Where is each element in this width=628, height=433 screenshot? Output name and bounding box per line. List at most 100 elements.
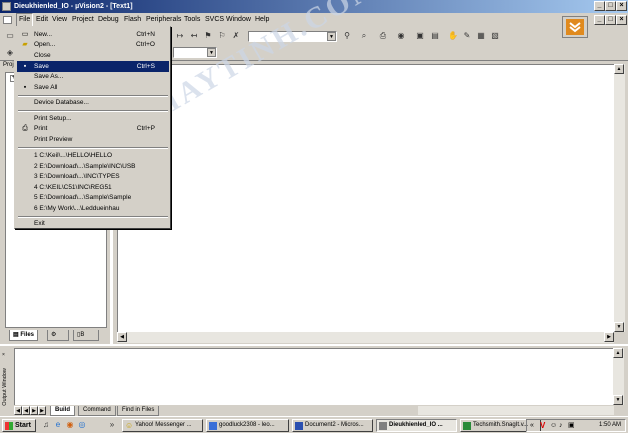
menu-help[interactable]: Help (255, 13, 269, 27)
recent-file-3[interactable]: 3 E:\Download\...\INC\TYPES (17, 171, 169, 182)
tray-messenger-icon[interactable]: ☺ (550, 420, 557, 431)
menu-tools[interactable]: Tools (184, 13, 200, 27)
menu-flash[interactable]: Flash (124, 13, 141, 27)
document-icon[interactable] (3, 16, 12, 24)
scroll-down-icon[interactable]: ▼ (613, 395, 623, 405)
quicklaunch-browser-icon[interactable]: ◎ (76, 419, 88, 431)
scroll-up-icon[interactable]: ▲ (614, 64, 624, 74)
output-text-area[interactable] (14, 348, 613, 405)
quicklaunch-ie-icon[interactable]: e (52, 419, 64, 431)
tab-files[interactable]: ▤ Files (9, 330, 39, 341)
start-button[interactable]: Start (2, 419, 36, 432)
menu-separator (18, 147, 168, 149)
print-icon[interactable]: ⎙ (377, 30, 389, 42)
menu-item-print[interactable]: ⎙ Print Ctrl+P (17, 123, 169, 134)
mdi-restore-button[interactable]: □ (605, 15, 616, 25)
find-in-files-icon[interactable]: ⌕ (358, 30, 370, 42)
scroll-right-icon[interactable]: ▶ (604, 332, 614, 342)
output-close-icon[interactable]: × (2, 352, 5, 358)
editor-vscrollbar[interactable]: ▲ ▼ (614, 64, 625, 332)
debug-icon[interactable]: ◉ (395, 30, 407, 42)
yahoo-icon: ☺ (125, 421, 134, 430)
menu-edit[interactable]: Edit (36, 13, 48, 27)
system-tray: « V ☺ ♪ ▣ 1:50 AM (526, 419, 626, 432)
tool3-icon[interactable]: ▧ (489, 30, 501, 42)
menu-project[interactable]: Project (72, 13, 94, 27)
tab-next-icon[interactable]: ▶ (30, 406, 38, 415)
menu-peripherals[interactable]: Peripherals (146, 13, 181, 27)
tray-volume-icon[interactable]: ♪ (559, 420, 563, 431)
menu-item-exit[interactable]: Exit (17, 218, 169, 229)
menu-window[interactable]: Window (226, 13, 251, 27)
tab-prev-icon[interactable]: ◀ (22, 406, 30, 415)
hand-icon[interactable]: ✋ (447, 30, 459, 42)
menu-view[interactable]: View (52, 13, 67, 27)
tab-regs[interactable]: ⚙ (47, 330, 69, 341)
taskbar: Start ♫ e ◉ ◎ » ☺ Yahoo! Messenger ... go… (0, 416, 628, 433)
menu-svcs[interactable]: SVCS (205, 13, 224, 27)
uvision-app-icon[interactable] (2, 2, 11, 11)
mdi-minimize-button[interactable]: _ (594, 15, 605, 25)
tab-last-icon[interactable]: ▶ (38, 406, 46, 415)
task-dieukhienled[interactable]: Dieukhienled_IO ... (376, 419, 457, 432)
minimize-button[interactable]: _ (594, 1, 605, 11)
bookmark-next-icon[interactable]: ⚐ (216, 30, 228, 42)
clock[interactable]: 1:50 AM (599, 422, 621, 428)
tab-first-icon[interactable]: ◀ (14, 406, 22, 415)
tool1-icon[interactable]: ✎ (461, 30, 473, 42)
tray-antivirus-icon[interactable]: V (540, 420, 545, 431)
task-goodluck[interactable]: goodluck2308 - leo... (206, 419, 289, 432)
task-document2[interactable]: Document2 - Micros... (292, 419, 373, 432)
unindent-icon[interactable]: ↤ (188, 30, 200, 42)
files-tab-icon: ▤ (13, 332, 19, 338)
output-vscrollbar[interactable]: ▲ ▼ (613, 348, 624, 405)
quicklaunch-media-icon[interactable]: ♫ (40, 419, 52, 431)
quicklaunch-overflow-icon[interactable]: » (106, 419, 118, 431)
menu-item-close[interactable]: Close (17, 50, 169, 61)
menu-item-print-preview[interactable]: Print Preview (17, 134, 169, 145)
menu-item-open[interactable]: ▰ Open... Ctrl+O (17, 39, 169, 50)
new-file-icon: ▭ (21, 31, 29, 38)
output-tabs: ◀ ◀ ▶ ▶ Build Command Find in Files (14, 406, 614, 416)
output-hscrollbar[interactable] (418, 406, 614, 415)
menu-item-save-all[interactable]: ▪ Save All (17, 82, 169, 93)
recent-file-6[interactable]: 6 E:\My Work\...\Leddueinhau (17, 203, 169, 214)
scroll-down-icon[interactable]: ▼ (614, 322, 624, 332)
menu-item-save-as[interactable]: Save As... (17, 71, 169, 82)
recent-file-5[interactable]: 5 E:\Download\...\Sample\Sample (17, 192, 169, 203)
window-title: Dieukhienled_IO - µVision2 - [Text1] (14, 3, 133, 10)
tab-build[interactable]: Build (50, 406, 75, 416)
target-combo[interactable]: ▼ (173, 47, 217, 58)
project-tabs: ▤ Files ⚙ ▯B (5, 330, 107, 342)
menu-separator (18, 110, 168, 112)
bookmark-clear-icon[interactable]: ✗ (230, 30, 242, 42)
window-icon[interactable]: ▣ (414, 30, 426, 42)
find-binoculars-icon[interactable]: ⚲ (341, 30, 353, 42)
indent-icon[interactable]: ↦ (174, 30, 186, 42)
task-yahoo-messenger[interactable]: ☺ Yahoo! Messenger ... (122, 419, 203, 432)
tool2-icon[interactable]: ▦ (475, 30, 487, 42)
menu-item-device-database[interactable]: Device Database... (17, 97, 169, 108)
editor-hscrollbar[interactable]: ◀ ▶ (117, 332, 614, 343)
scroll-left-icon[interactable]: ◀ (117, 332, 127, 342)
tab-books[interactable]: ▯B (73, 330, 99, 341)
menu-debug[interactable]: Debug (98, 13, 119, 27)
quicklaunch-firefox-icon[interactable]: ◉ (64, 419, 76, 431)
window2-icon[interactable]: ▤ (429, 30, 441, 42)
maximize-button[interactable]: □ (605, 1, 616, 11)
tray-network-icon[interactable]: ▣ (568, 420, 575, 431)
windows-logo-icon (5, 422, 13, 430)
recent-file-1[interactable]: 1 C:\Keil\...\HELLO\HELLO (17, 150, 169, 161)
close-button[interactable]: × (616, 1, 627, 11)
file-menu-dropdown: ▭ New... Ctrl+N ▰ Open... Ctrl+O Close ▪ Save… (14, 26, 171, 229)
chevron-down-icon[interactable]: ▼ (327, 32, 336, 41)
chevron-down-icon[interactable]: ▼ (207, 48, 216, 57)
scroll-up-icon[interactable]: ▲ (613, 348, 623, 358)
bookmark-icon[interactable]: ⚑ (202, 30, 214, 42)
mdi-close-button[interactable]: × (616, 15, 627, 25)
menu-file[interactable]: File (16, 13, 34, 27)
open-folder-icon: ▰ (22, 41, 28, 48)
tab-command[interactable]: Command (78, 406, 116, 416)
tray-expand-icon[interactable]: « (530, 420, 534, 431)
tab-find-in-files[interactable]: Find in Files (117, 406, 160, 416)
